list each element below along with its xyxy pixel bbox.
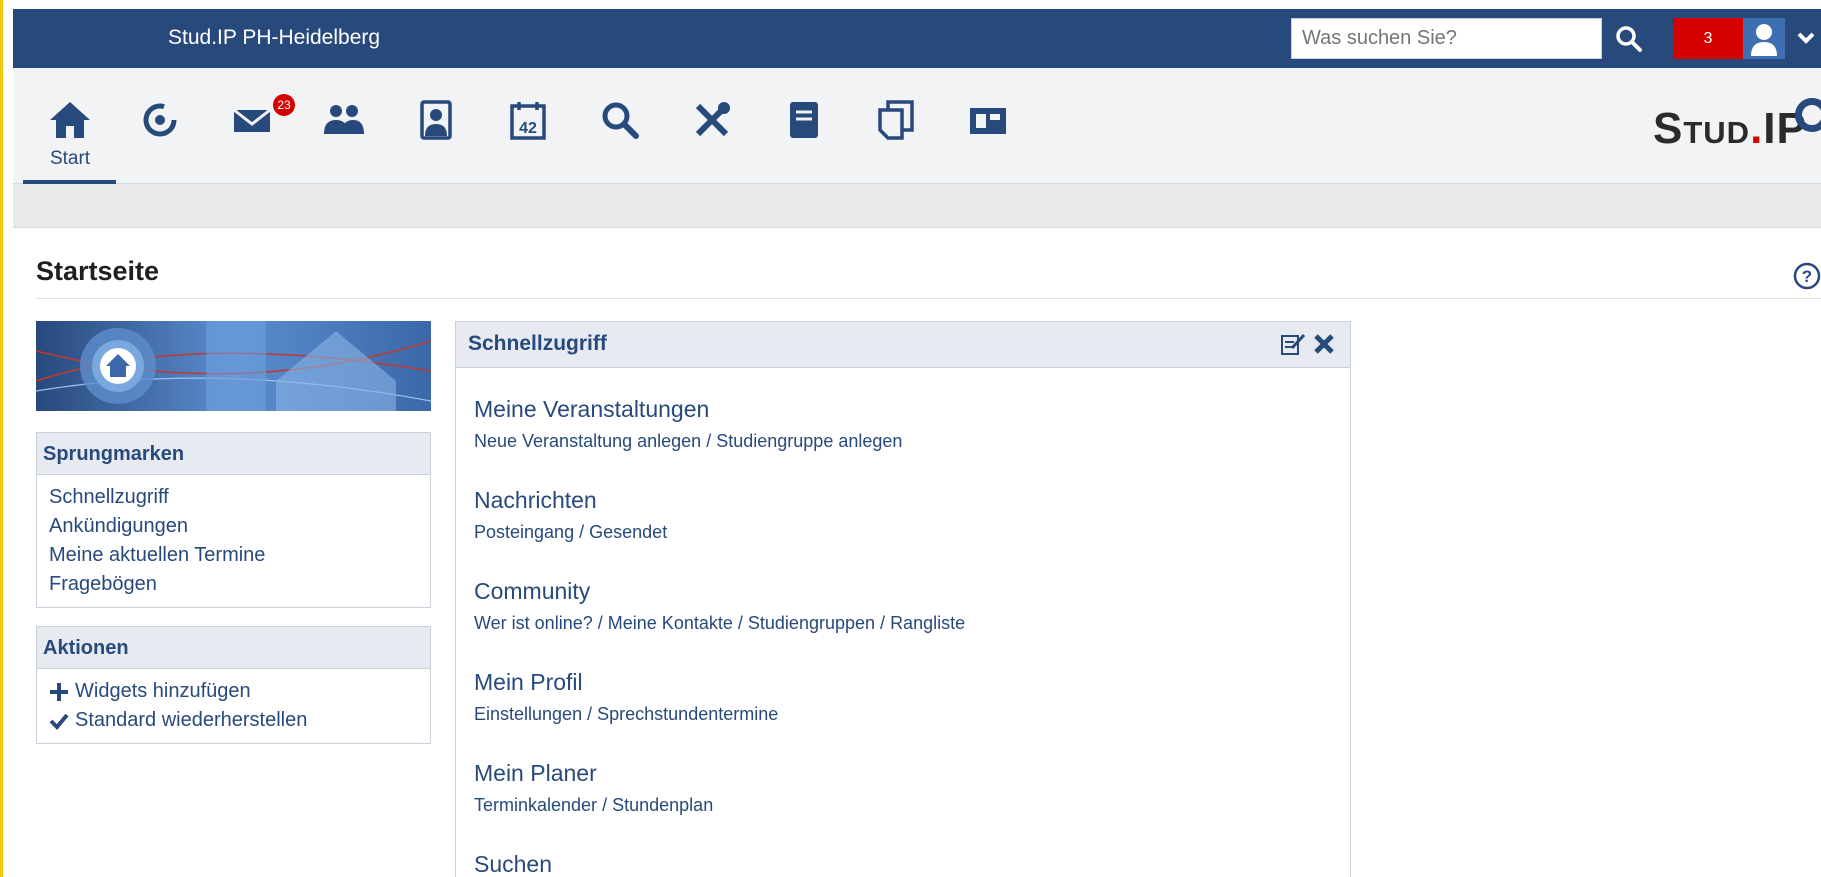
notification-badge[interactable]: 3 [1673,18,1743,59]
nav-item-tools[interactable] [677,98,747,178]
section-link[interactable]: Neue Veranstaltung anlegen [474,431,701,451]
quick-section-profile: Mein Profil Einstellungen / Sprechstunde… [474,669,778,725]
site-title[interactable]: Stud.IP PH-Heidelberg [168,26,380,50]
link-separator: / [579,522,585,542]
nav-item-search[interactable] [585,98,655,178]
section-link[interactable]: Rangliste [890,613,965,633]
nav-item-calendar[interactable]: 42 [493,98,563,178]
user-icon [1751,24,1777,56]
section-link[interactable]: Terminkalender [474,795,597,815]
plus-icon [50,682,68,701]
main-navigation: Start 23 42 Stud.IP [13,68,1821,184]
actions-widget: Aktionen Widgets hinzufügen Standard wie… [36,626,431,744]
search-input[interactable] [1291,18,1602,59]
sidebar-banner-image [36,321,431,411]
section-link[interactable]: Studiengruppen [748,613,875,633]
plugins-icon [970,108,1006,134]
community-icon [324,105,364,134]
profile-icon [420,100,452,140]
nav-item-community[interactable] [309,98,379,178]
nav-item-notes[interactable] [769,98,839,178]
link-separator: / [597,613,603,633]
jumpmark-dates-link[interactable]: Meine aktuellen Termine [49,541,418,570]
link-separator: / [737,613,743,633]
checkmark-icon [49,713,69,730]
section-link[interactable]: Stundenplan [612,795,713,815]
svg-text:42: 42 [519,120,537,137]
notes-icon [790,102,818,138]
link-separator: / [602,795,608,815]
jumpmarks-widget: Sprungmarken Schnellzugriff Ankündigunge… [36,432,431,608]
svg-text:?: ? [1802,267,1812,286]
studip-logo[interactable]: Stud.IP [1653,104,1807,154]
section-link[interactable]: Einstellungen [474,704,582,724]
add-widgets-link[interactable]: Widgets hinzufügen [49,677,418,706]
section-title-link[interactable]: Community [474,578,965,605]
avatar[interactable] [1743,18,1785,59]
section-link[interactable]: Meine Kontakte [608,613,733,633]
quick-section-messages: Nachrichten Posteingang / Gesendet [474,487,667,543]
widget-title: Aktionen [37,627,430,669]
tools-icon [695,102,730,137]
nav-item-plugins[interactable] [953,98,1023,178]
browser-frame: Stud.IP PH-Heidelberg 3 Start [3,0,1821,877]
link-separator: / [706,431,712,451]
section-title-link[interactable]: Suchen [474,851,552,877]
message-count-badge: 23 [273,94,295,116]
nav-item-files[interactable] [861,98,931,178]
quickaccess-widget: Schnellzugriff Meine Veranstaltungen Neu… [455,321,1351,877]
title-divider [36,298,1821,299]
section-title-link[interactable]: Meine Veranstaltungen [474,396,902,423]
section-title-link[interactable]: Mein Planer [474,760,713,787]
nav-item-profile[interactable] [401,98,471,178]
help-icon[interactable]: ? [1793,262,1821,290]
home-icon [50,102,90,138]
page-title: Startseite [36,256,160,286]
search-icon [602,102,639,139]
files-icon [878,100,914,140]
sub-navigation-bar [13,184,1821,228]
section-link[interactable]: Gesendet [589,522,667,542]
search-button[interactable] [1611,21,1647,57]
widget-title: Schnellzugriff [468,332,607,355]
quick-section-community: Community Wer ist online? / Meine Kontak… [474,578,965,634]
activity-icon [143,103,177,137]
nav-item-activity[interactable] [125,98,195,178]
section-link[interactable]: Sprechstundentermine [597,704,778,724]
search-icon [1616,26,1642,52]
section-link[interactable]: Wer ist online? [474,613,593,633]
jumpmark-quickaccess-link[interactable]: Schnellzugriff [49,483,418,512]
edit-icon[interactable] [1280,332,1306,356]
section-title-link[interactable]: Nachrichten [474,487,667,514]
jumpmark-questionnaires-link[interactable]: Fragebögen [49,570,418,599]
restore-defaults-link[interactable]: Standard wiederherstellen [49,706,418,735]
link-separator: / [880,613,886,633]
section-link[interactable]: Studiengruppe anlegen [716,431,902,451]
quick-section-search: Suchen [474,851,552,877]
link-separator: / [587,704,593,724]
jumpmark-announcements-link[interactable]: Ankündigungen [49,512,418,541]
logo-ring-icon [1795,98,1821,132]
nav-item-label: Start [49,148,91,169]
quick-section-courses: Meine Veranstaltungen Neue Veranstaltung… [474,396,902,452]
close-icon[interactable] [1312,332,1336,356]
mail-icon [233,108,271,132]
top-bar: Stud.IP PH-Heidelberg 3 [13,9,1821,68]
section-link[interactable]: Posteingang [474,522,574,542]
widget-title: Sprungmarken [37,433,430,475]
quick-section-planner: Mein Planer Terminkalender / Stundenplan [474,760,713,816]
calendar-icon: 42 [510,102,546,140]
nav-item-messages[interactable]: 23 [217,94,295,178]
nav-item-start[interactable]: Start [35,98,105,178]
section-title-link[interactable]: Mein Profil [474,669,778,696]
chevron-down-icon[interactable] [1793,25,1819,51]
